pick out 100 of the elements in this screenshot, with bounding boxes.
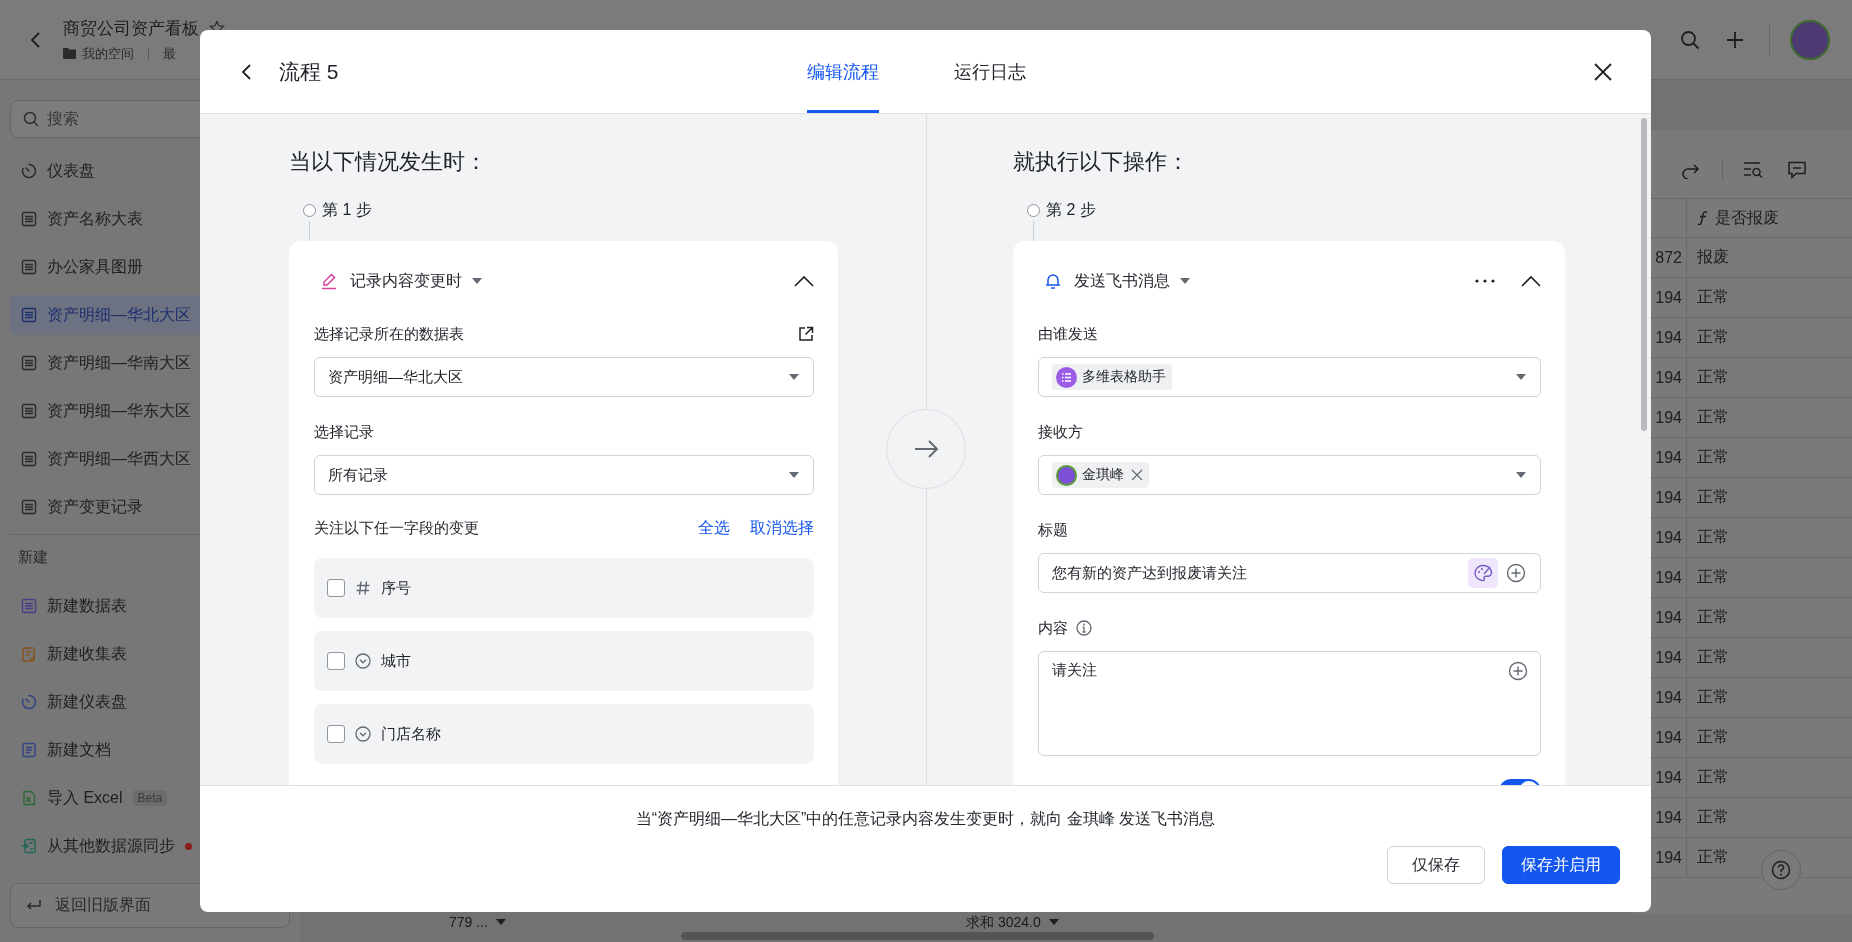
create-item[interactable]: 从其他数据源同步 (10, 826, 290, 866)
create-item-label[interactable]: 新建收集表 (47, 643, 127, 665)
caret-icon (495, 919, 506, 925)
caret-icon (789, 374, 799, 380)
scrollbar-thumb[interactable] (681, 932, 1154, 940)
tab[interactable]: 运行日志 (954, 30, 1026, 113)
field-label: 选择记录 (314, 422, 374, 442)
content-field[interactable]: 请关注 (1038, 651, 1541, 756)
subject-field[interactable]: 您有新的资产达到报废请关注 (1038, 553, 1541, 593)
step-label: 第 2 步 (1046, 199, 1096, 220)
records-select[interactable]: 所有记录 (314, 455, 814, 495)
create-item[interactable]: 新建数据表 (10, 586, 290, 626)
sender-select[interactable]: 多维表格助手 (1038, 357, 1541, 397)
checkbox[interactable] (327, 652, 345, 670)
add-icon[interactable] (1506, 563, 1526, 583)
create-item-label[interactable]: 新建仪表盘 (47, 691, 127, 713)
checkbox[interactable] (327, 579, 345, 597)
field-option[interactable]: 城市 (314, 631, 814, 691)
location-link[interactable]: 我的空间 (82, 44, 134, 63)
table-cell: 194 (1655, 368, 1682, 387)
field-label: 内容 (1038, 618, 1068, 638)
remove-icon[interactable] (1131, 469, 1143, 481)
sidebar-item[interactable]: 办公家具图册 (10, 247, 290, 287)
plus-icon[interactable] (1725, 29, 1745, 50)
table-cell-text: 报废 (1697, 247, 1729, 267)
sidebar-item[interactable]: 资产明细—华西大区 (10, 439, 290, 479)
add-icon[interactable] (1508, 661, 1528, 681)
table-cell: 194 (1655, 848, 1682, 867)
table-cell: 194 (1655, 648, 1682, 667)
sidebar-item[interactable]: 资产明细—华南大区 (10, 343, 290, 383)
table-cell-text: 正常 (1697, 767, 1729, 787)
create-item[interactable]: 新建仪表盘 (10, 682, 290, 722)
table-cell-text: 正常 (1697, 327, 1729, 347)
collapse-icon[interactable] (1521, 275, 1541, 287)
search-icon[interactable] (1680, 29, 1700, 50)
create-item[interactable]: 新建收集表 (10, 634, 290, 674)
section-heading: 就执行以下操作： (1013, 148, 1190, 176)
clear-selection-link[interactable]: 取消选择 (750, 517, 814, 539)
filter-search-icon[interactable] (1743, 161, 1763, 179)
sender-chip: 多维表格助手 (1052, 364, 1172, 390)
select-all-link[interactable]: 全选 (698, 517, 730, 539)
recipient-select[interactable]: 金琪峰 (1038, 455, 1541, 495)
table-cell: 194 (1655, 288, 1682, 307)
checkbox[interactable] (327, 725, 345, 743)
hash-icon (355, 580, 371, 596)
collapse-icon[interactable] (794, 275, 814, 287)
table-cell: 194 (1655, 768, 1682, 787)
sidebar-item[interactable]: 资产变更记录 (10, 487, 290, 527)
avatar (1056, 464, 1077, 486)
help-icon (1771, 860, 1791, 880)
flow-summary: 当“资产明细—华北大区”中的任意记录内容发生变更时，就向 金琪峰 发送飞书消息 (635, 809, 1216, 829)
search-field[interactable]: 搜索 (47, 110, 247, 128)
close-icon[interactable] (1593, 61, 1613, 82)
user-avatar[interactable] (1790, 19, 1830, 60)
table-cell: 194 (1655, 408, 1682, 427)
create-item-label[interactable]: 新建文档 (47, 739, 111, 761)
field-option[interactable]: 序号 (314, 558, 814, 618)
create-item[interactable]: 新建文档 (10, 730, 290, 770)
caret-icon (1516, 374, 1526, 380)
table-icon (21, 259, 37, 275)
table-icon (21, 403, 37, 419)
bell-icon (1044, 272, 1062, 290)
comment-icon[interactable] (1787, 161, 1807, 179)
spreadsheet-icon (21, 790, 37, 806)
table-cell-text: 正常 (1697, 607, 1729, 627)
table-icon (21, 355, 37, 371)
caret-icon (789, 472, 799, 478)
caret-icon (472, 278, 482, 284)
create-item-label[interactable]: 从其他数据源同步 (47, 835, 175, 857)
create-item-label[interactable]: 新建数据表 (47, 595, 127, 617)
formula-icon (1697, 210, 1709, 226)
sum-summary[interactable]: 求和 3024.0 (966, 914, 1852, 930)
field-option[interactable]: 门店名称 (314, 704, 814, 764)
palette-button[interactable] (1468, 558, 1498, 588)
column-header[interactable]: 是否报废 (1697, 207, 1779, 229)
create-item-label[interactable]: 导入 Excel (47, 787, 123, 809)
dialog-title: 流程 5 (279, 58, 339, 85)
redo-icon[interactable] (1681, 161, 1701, 179)
scrollbar-thumb[interactable] (1641, 118, 1647, 431)
table-cell: 194 (1655, 488, 1682, 507)
recipient-chip[interactable]: 金琪峰 (1052, 462, 1149, 488)
save-button[interactable]: 仅保存 (1387, 846, 1485, 884)
table-select[interactable]: 资产明细—华北大区 (314, 357, 814, 397)
table-cell-text: 正常 (1697, 727, 1729, 747)
table-cell-text: 正常 (1697, 287, 1729, 307)
sidebar-item[interactable]: 资产名称大表 (10, 199, 290, 239)
table-cell: 194 (1655, 688, 1682, 707)
external-link-icon[interactable] (798, 326, 814, 342)
trigger-type-dropdown[interactable]: 记录内容变更时 (350, 270, 482, 292)
column-summary[interactable]: 779 ... (449, 914, 966, 930)
caret-icon (1048, 919, 1059, 925)
action-type-dropdown[interactable]: 发送飞书消息 (1074, 270, 1190, 292)
table-cell: 194 (1655, 728, 1682, 747)
folder-icon (63, 48, 76, 59)
save-enable-button[interactable]: 保存并启用 (1502, 846, 1620, 884)
step-marker (1027, 203, 1040, 217)
sidebar-item[interactable]: 资产明细—华东大区 (10, 391, 290, 431)
table-cell-text: 正常 (1697, 447, 1729, 467)
sidebar-item[interactable]: 仪表盘 (10, 151, 290, 191)
more-icon[interactable] (1475, 279, 1495, 283)
